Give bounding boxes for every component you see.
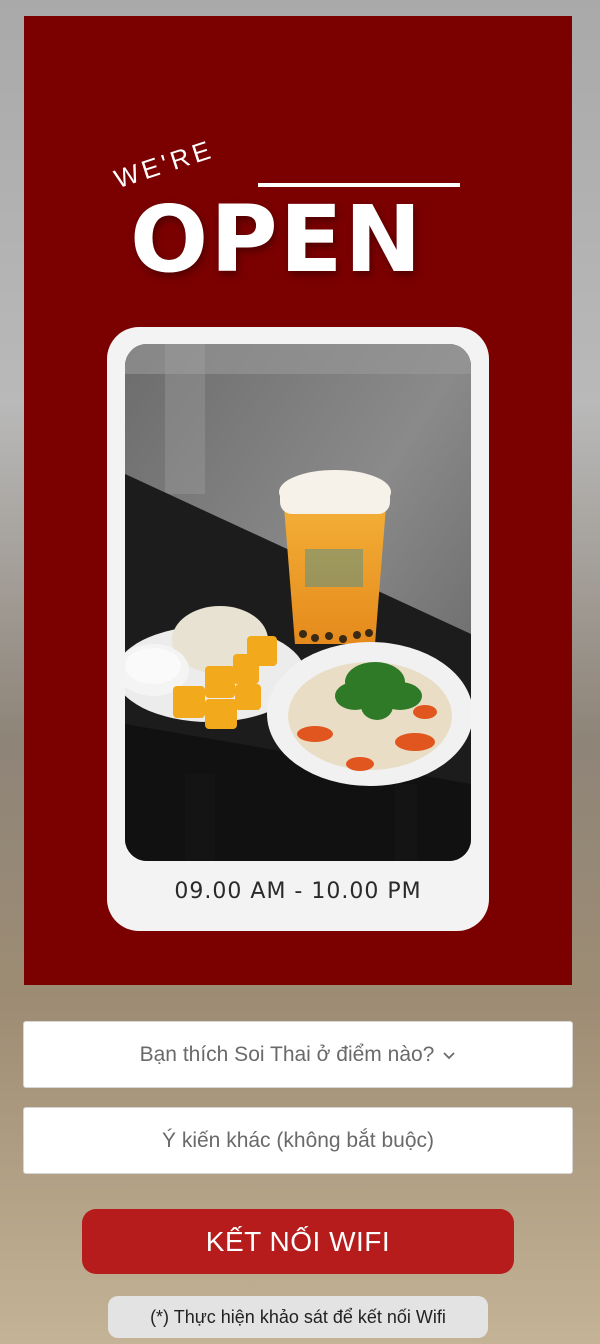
survey-note: (*) Thực hiện khảo sát để kết nối Wifi xyxy=(108,1296,488,1338)
headline: WE'RE OPEN xyxy=(24,16,572,316)
promo-poster: WE'RE OPEN 09.00 AM - 10.00 PM xyxy=(24,16,572,985)
location-select-value: Bạn thích Soi Thai ở điểm nào? xyxy=(139,1042,435,1066)
feedback-input-placeholder: Ý kiến khác (không bắt buộc) xyxy=(162,1128,434,1152)
chevron-down-icon xyxy=(443,1051,455,1059)
food-photo-illustration xyxy=(125,344,471,861)
connect-wifi-button[interactable]: KẾT NỐI WIFI xyxy=(82,1209,514,1274)
photo-card: 09.00 AM - 10.00 PM xyxy=(107,327,489,931)
food-photo xyxy=(125,344,471,861)
location-select[interactable]: Bạn thích Soi Thai ở điểm nào? xyxy=(23,1021,573,1088)
open-text: OPEN xyxy=(130,186,424,293)
opening-hours: 09.00 AM - 10.00 PM xyxy=(174,879,422,904)
feedback-input[interactable]: Ý kiến khác (không bắt buộc) xyxy=(23,1107,573,1174)
